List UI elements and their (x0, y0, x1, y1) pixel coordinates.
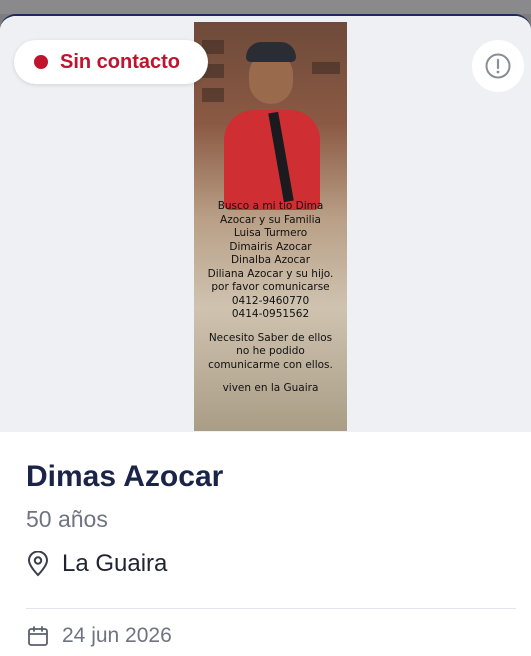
photo-area: Busco a mi tio Dima Azocar y su Familia … (0, 16, 531, 432)
date-text: 24 jun 2026 (62, 624, 172, 647)
status-label: Sin contacto (60, 50, 181, 73)
divider (26, 608, 516, 609)
map-pin-icon (27, 551, 49, 577)
person-info: Dimas Azocar 50 años La Guaira 24 jun 20… (0, 432, 531, 656)
calendar-icon (28, 626, 48, 646)
top-strip (0, 0, 531, 14)
person-photo: Busco a mi tio Dima Azocar y su Familia … (194, 22, 347, 431)
person-age: 50 años (26, 506, 108, 532)
location-row: La Guaira (26, 550, 167, 578)
status-badge: Sin contacto (14, 40, 208, 84)
person-name: Dimas Azocar (26, 460, 224, 493)
report-info-button[interactable] (472, 40, 524, 92)
exclamation-circle-icon (485, 53, 511, 79)
missing-person-card[interactable]: Busco a mi tio Dima Azocar y su Familia … (0, 14, 531, 656)
date-row: 24 jun 2026 (26, 624, 172, 648)
location-text: La Guaira (62, 550, 168, 577)
poster-text: Busco a mi tio Dima Azocar y su Familia … (207, 200, 334, 394)
status-dot-icon (34, 55, 48, 69)
